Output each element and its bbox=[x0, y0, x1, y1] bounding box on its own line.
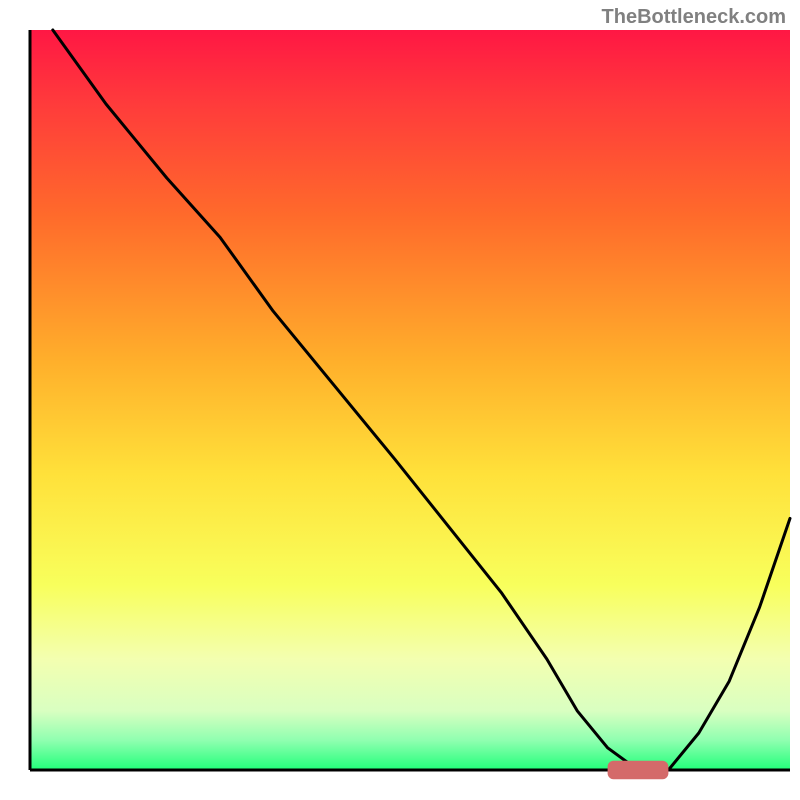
chart-container: TheBottleneck.com bbox=[0, 0, 800, 800]
optimal-marker bbox=[608, 761, 669, 780]
watermark-text: TheBottleneck.com bbox=[602, 6, 786, 29]
bottleneck-chart bbox=[0, 0, 800, 800]
plot-background bbox=[30, 30, 790, 770]
